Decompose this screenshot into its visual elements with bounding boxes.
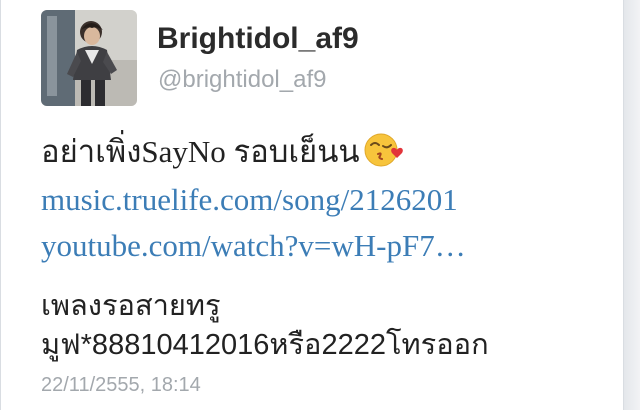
tweet-text: อย่าเพิ่งSayNo รอบเย็นน — [41, 134, 360, 169]
timestamp: 22/11/2555, 18:14 — [41, 374, 201, 396]
tweet-link[interactable]: youtube.com/watch?v=wH-pF7… — [41, 228, 466, 264]
tweet-text-line: อย่าเพิ่งSayNo รอบเย็นน — [41, 126, 404, 176]
username-handle[interactable]: @brightidol_af9 — [158, 66, 326, 94]
avatar[interactable] — [41, 10, 137, 106]
tweet-card: Brightidol_af9 @brightidol_af9 อย่าเพิ่ง… — [0, 0, 624, 410]
display-name[interactable]: Brightidol_af9 — [157, 22, 359, 56]
scroll-edge — [624, 0, 640, 410]
tweet-link[interactable]: music.truelife.com/song/2126201 — [41, 182, 458, 218]
tweet-text: มูฟ*88810412016หรือ2222โทรออก — [41, 329, 489, 361]
kiss-emoji-icon — [364, 132, 404, 176]
